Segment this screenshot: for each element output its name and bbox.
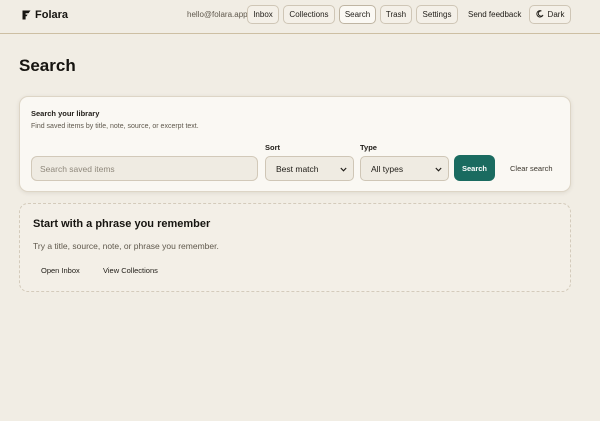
sort-selected-value: Best match xyxy=(276,163,319,174)
sort-select[interactable]: Best match xyxy=(265,156,354,181)
clear-search-button[interactable]: Clear search xyxy=(510,164,553,173)
top-navigation-bar: Folara hello@folara.app Inbox Collection… xyxy=(0,0,600,34)
search-button[interactable]: Search xyxy=(454,155,495,181)
nav-trash-button[interactable]: Trash xyxy=(380,5,412,24)
brand-name: Folara xyxy=(35,9,69,21)
open-inbox-button[interactable]: Open Inbox xyxy=(41,266,80,275)
type-label: Type xyxy=(360,143,377,152)
dark-mode-toggle[interactable]: Dark xyxy=(529,5,571,24)
empty-state-text: Try a title, source, note, or phrase you… xyxy=(33,241,219,251)
moon-icon xyxy=(535,9,544,20)
search-card: Search your library Find saved items by … xyxy=(19,96,571,192)
page-title: Search xyxy=(19,56,76,75)
account-email: hello@folara.app xyxy=(187,10,248,19)
nav-inbox-button[interactable]: Inbox xyxy=(247,5,279,24)
search-card-description: Find saved items by title, note, source,… xyxy=(31,123,199,130)
nav-search-button[interactable]: Search xyxy=(339,5,376,24)
chevron-down-icon xyxy=(435,164,442,174)
folara-logo-icon xyxy=(22,10,31,20)
dark-mode-label: Dark xyxy=(547,10,565,19)
sort-label: Sort xyxy=(265,143,280,152)
chevron-down-icon xyxy=(340,164,347,174)
search-input[interactable] xyxy=(31,156,258,181)
view-collections-button[interactable]: View Collections xyxy=(103,266,158,275)
type-selected-value: All types xyxy=(371,163,404,174)
type-select[interactable]: All types xyxy=(360,156,449,181)
brand[interactable]: Folara xyxy=(22,8,68,22)
nav-collections-button[interactable]: Collections xyxy=(283,5,335,24)
send-feedback-link[interactable]: Send feedback xyxy=(468,10,521,19)
empty-state-title: Start with a phrase you remember xyxy=(33,218,211,230)
nav-settings-button[interactable]: Settings xyxy=(416,5,458,24)
search-card-heading: Search your library xyxy=(31,109,100,118)
empty-state-card: Start with a phrase you remember Try a t… xyxy=(19,203,571,292)
